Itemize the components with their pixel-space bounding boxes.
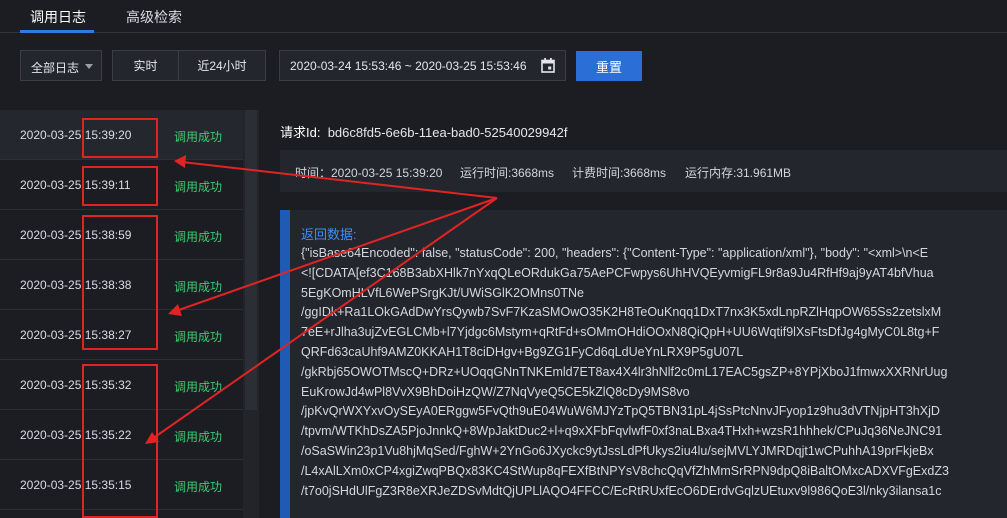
date-range-value: 2020-03-24 15:53:46 ~ 2020-03-25 15:53:4… bbox=[290, 59, 527, 73]
invocation-time: 时间：2020-03-25 15:39:20 bbox=[295, 166, 443, 180]
return-data-line: /jpKvQrWXYxvOySEyA0ERggw5FvQth9uE04WuW6M… bbox=[301, 404, 940, 419]
return-data-line: <![CDATA[ef3C168B3abXHlk7nYxqQLeORdukGa7… bbox=[301, 265, 934, 280]
return-data-title: 返回数据: bbox=[301, 227, 357, 242]
invocation-meta: 时间：2020-03-25 15:39:20 运行时间:3668ms 计费时间:… bbox=[280, 150, 1007, 192]
billing-time: 计费时间:3668ms bbox=[572, 166, 667, 180]
filter-bar: 全部日志 实时 近24小时 2020-03-24 15:53:46 ~ 2020… bbox=[0, 50, 1007, 82]
log-status: 调用成功 bbox=[174, 180, 223, 194]
tab-call-logs[interactable]: 调用日志 bbox=[30, 7, 86, 27]
reset-button[interactable]: 重置 bbox=[576, 51, 642, 81]
log-status: 调用成功 bbox=[174, 130, 223, 144]
return-data-line: {"isBase64Encoded": false, "statusCode":… bbox=[301, 246, 929, 260]
log-status: 调用成功 bbox=[174, 430, 223, 444]
annotation-box bbox=[82, 118, 158, 158]
panel-accent-bar bbox=[280, 210, 290, 518]
realtime-button[interactable]: 实时 bbox=[113, 51, 178, 80]
log-status: 调用成功 bbox=[174, 230, 223, 244]
return-data-line: 5EgKOmHLVfL6WePSrgKJt/UWiSGlK2OMns0TNe bbox=[301, 285, 584, 300]
calendar-icon bbox=[541, 58, 555, 73]
request-id-label: 请求Id: bbox=[280, 125, 321, 140]
return-data-line: /tpvm/WTKhDsZA5PjoJnnkQ+8WpJaktDuc2+l+q9… bbox=[301, 424, 943, 439]
scrollbar-thumb[interactable] bbox=[245, 110, 257, 410]
annotation-box bbox=[82, 215, 158, 350]
log-status: 调用成功 bbox=[174, 480, 223, 494]
chevron-down-icon bbox=[85, 64, 93, 69]
request-id-line: 请求Id: bd6c8fd5-6e6b-11ea-bad0-5254002994… bbox=[280, 122, 567, 141]
memory-usage: 运行内存:31.961MB bbox=[685, 166, 792, 180]
log-type-select[interactable]: 全部日志 bbox=[20, 50, 102, 81]
return-data-line: /gkRbj65OWOTMscQ+DRz+UOqqGNnTNKEmld7ET8a… bbox=[301, 364, 948, 379]
return-data-content: {"isBase64Encoded": false, "statusCode":… bbox=[301, 244, 1007, 501]
return-data-line: /t7o0jSHdUlFgZ3R8eXRJeZDSvMdtQjUPLlAQO4F… bbox=[301, 483, 942, 498]
annotation-box bbox=[82, 364, 158, 518]
return-data-line: QRFd63caUhf9AMZ0KKAH1T8ciDHgv+Bg9ZG1FyCd… bbox=[301, 344, 744, 359]
return-data-line: 7eE+rJlha3ujZvEGLCMb+l7Yjdgc6Mstym+qRtFd… bbox=[301, 325, 940, 340]
return-data-line: EuKrowJd4wPl8VvX9BhDoiHzQW/Z7NqVyeQ5CE5k… bbox=[301, 384, 690, 399]
date-range-picker[interactable]: 2020-03-24 15:53:46 ~ 2020-03-25 15:53:4… bbox=[279, 50, 566, 81]
log-status: 调用成功 bbox=[174, 280, 223, 294]
tab-bar: 调用日志 高级检索 bbox=[0, 0, 1007, 33]
return-data-line: /ggIDk+Ra1LOkGAdDwYrsQywb7SvF7KzaSMOwO35… bbox=[301, 305, 942, 320]
last-24h-button[interactable]: 近24小时 bbox=[178, 51, 265, 80]
return-data-line: /oSaSWin23p1Vu8hjMqSed/FghW+2YnGo6JXyckc… bbox=[301, 443, 934, 458]
tab-advanced-search[interactable]: 高级检索 bbox=[126, 7, 182, 27]
return-data-line: /L4xAlLXm0xCP4xgiZwqPBQx83KC4StWup8qFEXf… bbox=[301, 463, 949, 478]
log-status: 调用成功 bbox=[174, 380, 223, 394]
log-list-scrollbar[interactable] bbox=[243, 110, 259, 518]
run-time: 运行时间:3668ms bbox=[460, 166, 555, 180]
time-quick-select: 实时 近24小时 bbox=[112, 50, 266, 81]
log-status: 调用成功 bbox=[174, 330, 223, 344]
annotation-box bbox=[82, 166, 158, 206]
request-id-value: bd6c8fd5-6e6b-11ea-bad0-52540029942f bbox=[327, 125, 568, 140]
active-tab-indicator bbox=[20, 30, 94, 33]
return-data-panel: 返回数据: {"isBase64Encoded": false, "status… bbox=[280, 210, 1007, 518]
log-type-value: 全部日志 bbox=[31, 61, 80, 75]
